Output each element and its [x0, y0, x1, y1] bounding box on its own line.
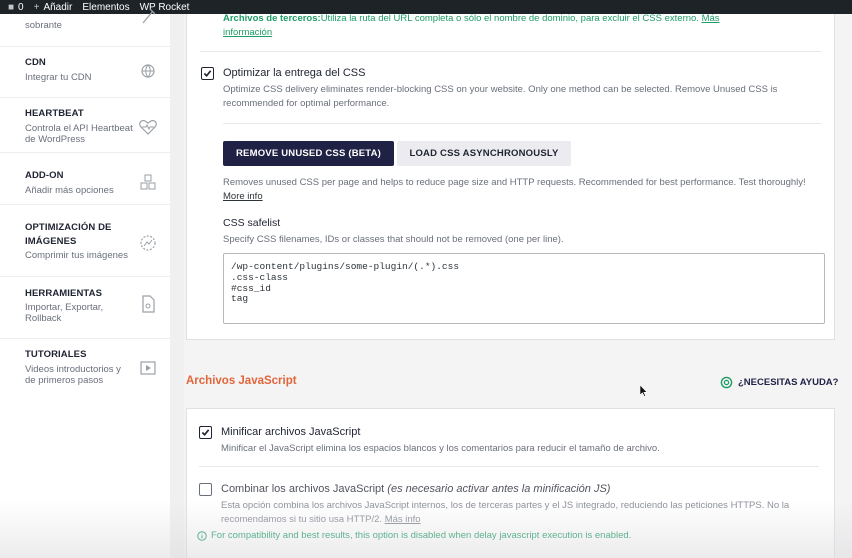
sidebar-item-title: OPTIMIZACIÓN DE	[25, 222, 112, 233]
checkmark-icon	[201, 429, 210, 436]
addon-cubes-icon	[140, 174, 156, 190]
image-optimization-icon	[140, 235, 156, 251]
combine-more-info-link[interactable]: Más info	[385, 514, 421, 525]
comments-count: 0	[18, 1, 24, 13]
heartbeat-icon	[139, 119, 157, 135]
compat-notice-text: For compatibility and best results, this…	[211, 530, 632, 541]
sidebar-item-desc: Controla el API Heartbeat	[25, 123, 133, 134]
sidebar-item-image-optimization[interactable]: OPTIMIZACIÓN DE IMÁGENES Comprimir tus i…	[0, 205, 170, 277]
sidebar-item-desc: Videos introductorios y	[25, 364, 121, 375]
third-party-text: Utiliza la ruta del URL completa o sólo …	[320, 13, 699, 24]
third-party-info-link[interactable]: información	[223, 26, 272, 40]
add-label: Añadir	[43, 1, 73, 13]
comment-bubble-icon: ■	[8, 1, 15, 13]
sidebar-item-desc: Rollback	[25, 313, 62, 324]
sidebar-item-desc: de primeros pasos	[25, 375, 104, 386]
admin-comments[interactable]: ■ 0	[8, 2, 24, 13]
minify-js-desc: Minificar el JavaScript elimina los espa…	[221, 443, 660, 454]
broom-icon	[142, 8, 156, 24]
checkmark-icon	[203, 70, 212, 77]
combine-js-note: (es necesario activar antes la minificac…	[387, 483, 611, 495]
admin-add-new[interactable]: + Añadir	[34, 2, 73, 13]
sidebar-item-title: HEARTBEAT	[25, 108, 84, 119]
help-link[interactable]: ¿NECESITAS AYUDA?	[720, 376, 838, 389]
combine-js-desc-2: recomendamos si tu sitio usa HTTP/2. Más…	[221, 513, 421, 527]
sidebar-item-title: TUTORIALES	[25, 349, 87, 360]
sidebar-item-database[interactable]: sobrante	[0, 8, 170, 47]
third-party-label: Archivos de terceros:	[223, 13, 321, 24]
sidebar-item-desc: Comprimir tus imágenes	[25, 250, 128, 261]
cdn-globe-icon	[141, 64, 155, 78]
sidebar-item-desc: Añadir más opciones	[25, 185, 114, 196]
combine-js-desc-text: recomendamos si tu sitio usa HTTP/2.	[221, 514, 383, 525]
video-play-icon	[140, 361, 156, 375]
remove-unused-desc: Removes unused CSS per page and helps to…	[223, 177, 806, 188]
sidebar-item-title: IMÁGENES	[25, 236, 77, 247]
main-content: Archivos de terceros:Utiliza la ruta del…	[184, 12, 852, 558]
sidebar-item-desc: Integrar tu CDN	[25, 72, 92, 83]
sidebar-item-tools[interactable]: HERRAMIENTAS Importar, Exportar, Rollbac…	[0, 277, 170, 339]
plus-icon: +	[33, 1, 40, 13]
minify-js-checkbox[interactable]	[199, 426, 212, 439]
admin-elementos[interactable]: Elementos	[82, 2, 129, 13]
sidebar-item-title: HERRAMIENTAS	[25, 288, 103, 299]
css-safelist-desc: Specify CSS filenames, IDs or classes th…	[223, 234, 564, 245]
sidebar-item-cdn[interactable]: CDN Integrar tu CDN	[0, 47, 170, 98]
mouse-cursor-icon	[640, 385, 648, 397]
elementos-label: Elementos	[82, 1, 130, 13]
remove-unused-css-button[interactable]: REMOVE UNUSED CSS (BETA)	[223, 141, 394, 166]
divider	[199, 466, 819, 467]
divider	[200, 51, 821, 52]
optimize-css-desc: recommended for optimal performance.	[223, 98, 390, 109]
css-options-card: Archivos de terceros:Utiliza la ruta del…	[186, 12, 835, 340]
combine-js-title: Combinar los archivos JavaScript (es nec…	[221, 482, 610, 496]
sidebar-item-desc: sobrante	[25, 20, 62, 31]
sidebar-item-title: ADD-ON	[25, 170, 64, 181]
tools-file-icon	[142, 295, 155, 313]
sidebar-gutter	[170, 14, 184, 558]
optimize-css-title: Optimizar la entrega del CSS	[223, 67, 366, 79]
sidebar-item-desc: de WordPress	[25, 134, 86, 145]
compat-notice: For compatibility and best results, this…	[197, 530, 631, 541]
combine-js-title-text: Combinar los archivos JavaScript	[221, 483, 385, 495]
load-css-async-button[interactable]: LOAD CSS ASYNCHRONOUSLY	[397, 141, 571, 166]
combine-js-checkbox[interactable]	[199, 483, 212, 496]
optimize-css-desc: Optimize CSS delivery eliminates render-…	[223, 84, 778, 95]
third-party-more-link[interactable]: Más	[702, 13, 720, 24]
minify-js-title: Minificar archivos JavaScript	[221, 426, 361, 438]
combine-js-desc: Esta opción combina los archivos JavaScr…	[221, 500, 790, 511]
lifebuoy-icon	[720, 376, 733, 389]
optimize-css-checkbox[interactable]	[201, 67, 214, 80]
css-safelist-textarea[interactable]: /wp-content/plugins/some-plugin/(.*).css…	[223, 253, 825, 324]
sidebar-item-tutorials[interactable]: TUTORIALES Videos introductorios y de pr…	[0, 339, 170, 397]
settings-sidebar: sobrante CDN Integrar tu CDN HEARTBEAT C…	[0, 8, 170, 558]
third-party-note: Archivos de terceros:Utiliza la ruta del…	[223, 12, 823, 26]
more-info-link[interactable]: More info	[223, 190, 263, 204]
js-section-title: Archivos JavaScript	[186, 375, 297, 387]
sidebar-item-addon[interactable]: ADD-ON Añadir más opciones	[0, 153, 170, 205]
css-safelist-title: CSS safelist	[223, 217, 281, 229]
divider	[223, 123, 821, 124]
sidebar-item-desc: Importar, Exportar,	[25, 302, 104, 313]
info-circle-icon	[197, 530, 207, 541]
sidebar-item-heartbeat[interactable]: HEARTBEAT Controla el API Heartbeat de W…	[0, 98, 170, 153]
sidebar-item-title: CDN	[25, 57, 46, 68]
help-label: ¿NECESITAS AYUDA?	[738, 377, 839, 388]
